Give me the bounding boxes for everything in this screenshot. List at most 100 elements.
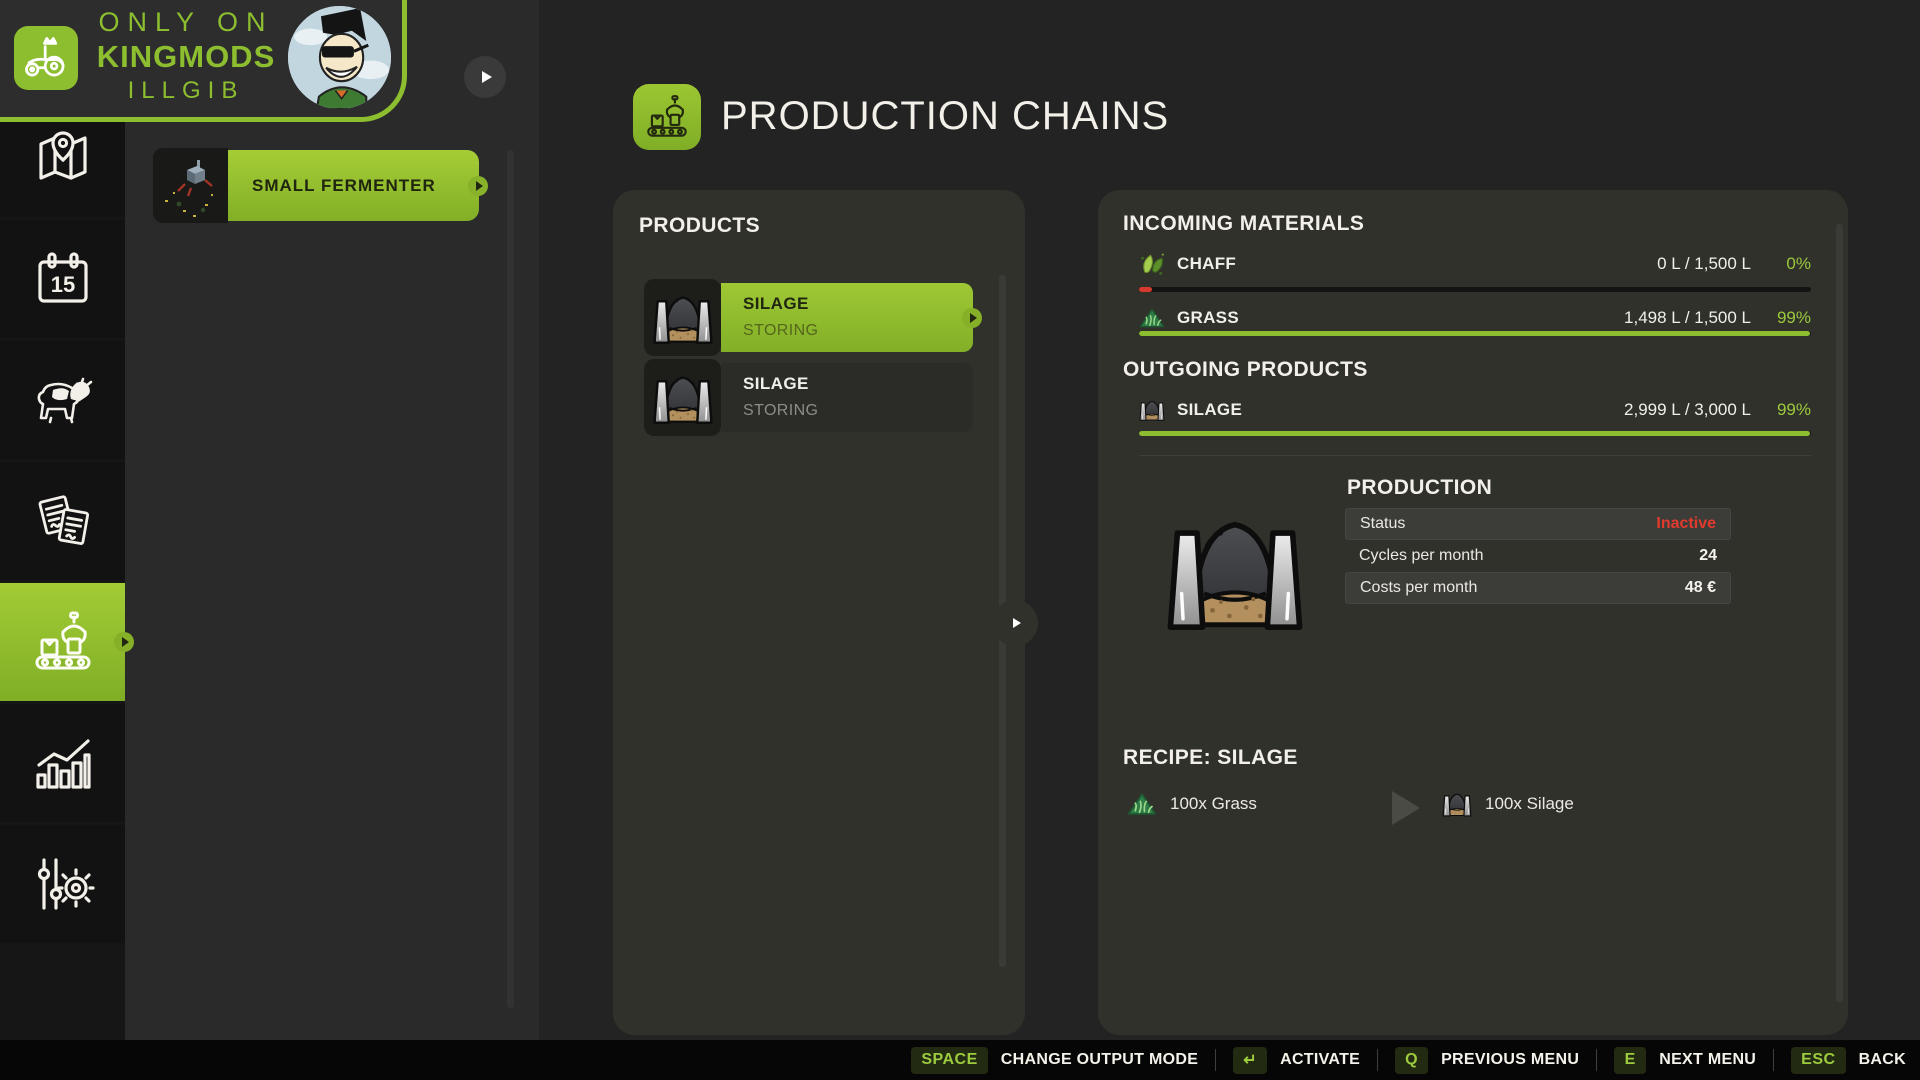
page-icon-badge	[633, 84, 701, 150]
right-arrow-icon	[1013, 618, 1021, 628]
space-key: SPACE	[911, 1047, 987, 1074]
silage-fill	[1139, 431, 1810, 436]
production-chains-icon	[31, 610, 95, 674]
recipe-input: 100x Grass	[1127, 790, 1257, 818]
sidebar-selected-bump	[114, 632, 134, 652]
machine-list-item-small-fermenter[interactable]: SMALL FERMENTER	[153, 148, 479, 223]
branding-text: ONLY ON KINGMODS ILLGIB	[88, 7, 284, 105]
hint-next-menu[interactable]: E NEXT MENU	[1614, 1047, 1756, 1074]
recipe-input-label: 100x Grass	[1170, 794, 1257, 814]
row-label: Status	[1360, 515, 1405, 533]
grass-fill	[1139, 331, 1810, 336]
settings-icon	[31, 852, 95, 916]
production-table: Status Inactive Cycles per month 24 Cost…	[1345, 508, 1731, 604]
collapse-list-button[interactable]	[464, 56, 506, 98]
table-row-status: Status Inactive	[1345, 508, 1731, 540]
sidebar-items: 15	[0, 99, 125, 946]
material-name: CHAFF	[1177, 254, 1236, 274]
material-name: GRASS	[1177, 308, 1239, 328]
material-amount: 2,999 L / 3,000 L	[1624, 400, 1751, 420]
right-arrow-icon	[482, 71, 492, 83]
kingmods-banner: ONLY ON KINGMODS ILLGIB	[0, 0, 407, 122]
machine-list-item-body: SMALL FERMENTER	[228, 150, 479, 221]
divider	[1377, 1049, 1378, 1071]
products-panel: PRODUCTS SILAGE STORING SILAGE STORING	[613, 190, 1025, 1035]
row-label: Cycles per month	[1359, 547, 1484, 565]
sidebar-item-production-chains[interactable]	[0, 583, 125, 701]
recipe-output: 100x Silage	[1442, 790, 1574, 818]
production-title: PRODUCTION	[1347, 476, 1492, 500]
material-percent: 99%	[1751, 308, 1811, 328]
hint-back[interactable]: ESC BACK	[1791, 1047, 1906, 1074]
map-icon	[31, 126, 95, 190]
hint-label: BACK	[1859, 1051, 1906, 1069]
sidebar-item-calendar[interactable]: 15	[0, 220, 125, 338]
sidebar-item-statistics[interactable]	[0, 704, 125, 822]
recipe-title: RECIPE: SILAGE	[1123, 746, 1298, 770]
hint-activate[interactable]: ↵ ACTIVATE	[1233, 1047, 1360, 1074]
material-percent: 99%	[1751, 400, 1811, 420]
tractor-logo-icon	[14, 26, 78, 90]
row-label: Costs per month	[1360, 579, 1477, 597]
enter-key-icon: ↵	[1233, 1047, 1267, 1074]
esc-key: ESC	[1791, 1047, 1845, 1074]
sidebar-item-contracts[interactable]	[0, 462, 125, 580]
contracts-icon	[31, 489, 95, 553]
cow-icon	[31, 368, 95, 432]
product-item-body: SILAGE STORING	[721, 283, 973, 352]
calendar-day: 15	[50, 272, 74, 297]
material-name: SILAGE	[1177, 400, 1242, 420]
sidebar: 15	[0, 0, 125, 1040]
chaff-icon	[1139, 251, 1165, 277]
hint-label: CHANGE OUTPUT MODE	[1001, 1051, 1198, 1069]
product-item-silage-2[interactable]: SILAGE STORING	[644, 359, 987, 439]
sidebar-item-animals[interactable]	[0, 341, 125, 459]
details-panel: INCOMING MATERIALS CHAFF 0 L / 1,500 L 0…	[1098, 190, 1848, 1035]
branding-author: ILLGIB	[88, 77, 284, 105]
expand-details-button[interactable]	[992, 600, 1038, 646]
page-title: PRODUCTION CHAINS	[721, 94, 1169, 139]
products-title: PRODUCTS	[639, 214, 760, 238]
hint-label: NEXT MENU	[1659, 1051, 1756, 1069]
branding-brand: KINGMODS	[88, 39, 284, 75]
keybind-bar: SPACE CHANGE OUTPUT MODE ↵ ACTIVATE Q PR…	[0, 1040, 1920, 1080]
silage-fill-bar	[1139, 431, 1811, 436]
costs-value: 48 €	[1685, 579, 1716, 597]
silage-icon	[1139, 397, 1165, 423]
outgoing-products-title: OUTGOING PRODUCTS	[1123, 358, 1368, 382]
silage-bunker-image	[1149, 512, 1321, 630]
hint-previous-menu[interactable]: Q PREVIOUS MENU	[1395, 1047, 1579, 1074]
q-key: Q	[1395, 1047, 1428, 1074]
play-arrow-icon	[1392, 791, 1420, 825]
hint-change-output-mode[interactable]: SPACE CHANGE OUTPUT MODE	[911, 1047, 1198, 1074]
sidebar-item-settings[interactable]	[0, 825, 125, 943]
product-state: STORING	[743, 402, 973, 420]
recipe-output-label: 100x Silage	[1485, 794, 1574, 814]
grass-icon	[1139, 305, 1165, 331]
statistics-icon	[31, 731, 95, 795]
material-amount: 0 L / 1,500 L	[1657, 254, 1751, 274]
silage-bunker-thumbnail	[644, 279, 721, 356]
details-scrollbar[interactable]	[1836, 224, 1843, 1002]
e-key: E	[1614, 1047, 1646, 1074]
grass-icon	[1127, 790, 1157, 818]
chaff-fill	[1139, 287, 1152, 292]
divider	[1773, 1049, 1774, 1071]
incoming-materials-title: INCOMING MATERIALS	[1123, 212, 1364, 236]
product-name: SILAGE	[743, 294, 973, 314]
divider	[1215, 1049, 1216, 1071]
material-row-grass: GRASS 1,498 L / 1,500 L 99%	[1139, 304, 1811, 331]
machine-list-scrollbar[interactable]	[507, 150, 514, 1008]
product-item-body: SILAGE STORING	[721, 363, 973, 432]
silage-bunker-thumbnail	[644, 359, 721, 436]
product-item-silage-1[interactable]: SILAGE STORING	[644, 279, 987, 359]
grass-fill-bar	[1139, 331, 1811, 336]
table-row-costs: Costs per month 48 €	[1345, 572, 1731, 604]
production-chains-screen: 15	[0, 0, 1920, 1080]
chaff-fill-bar	[1139, 287, 1811, 292]
divider	[1596, 1049, 1597, 1071]
hint-label: ACTIVATE	[1280, 1051, 1360, 1069]
calendar-icon: 15	[31, 247, 95, 311]
avatar	[286, 4, 393, 111]
table-row-cycles: Cycles per month 24	[1345, 540, 1731, 572]
